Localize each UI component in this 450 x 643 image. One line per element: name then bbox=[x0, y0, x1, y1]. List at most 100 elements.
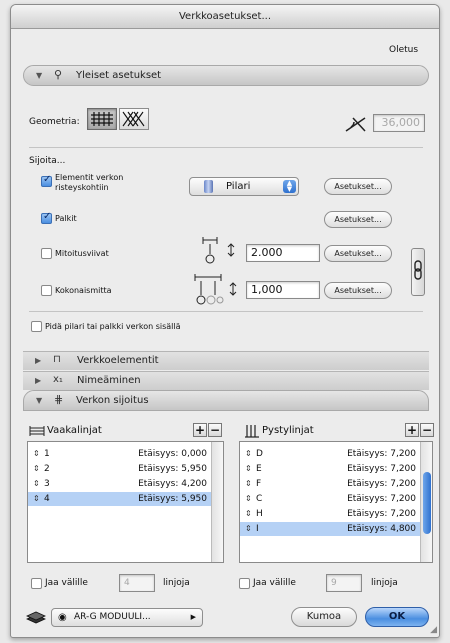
ok-button[interactable]: OK bbox=[365, 607, 429, 627]
window-title: Verkkoasetukset... bbox=[11, 5, 439, 29]
naming-icon: x₁ bbox=[53, 374, 63, 385]
row-distance: Etäisyys: 5,950 bbox=[138, 464, 207, 474]
column-icon bbox=[204, 180, 213, 193]
disclosure-closed-icon[interactable]: ▶ bbox=[35, 356, 41, 365]
section-naming-title: Nimeäminen bbox=[77, 375, 141, 386]
row-name: 4 bbox=[44, 494, 50, 504]
layer-popup-value: AR-G MODUULI... bbox=[74, 612, 151, 622]
vertical-divide-label: Jaa välille bbox=[253, 578, 296, 588]
row-name: E bbox=[256, 464, 262, 474]
geometry-orthogonal-button[interactable] bbox=[87, 108, 117, 130]
horizontal-lines-list[interactable]: ⇕ 1 Etäisyys: 0,000 ⇕ 2 Etäisyys: 5,950 … bbox=[27, 441, 224, 563]
overall-dimension-icon bbox=[191, 273, 241, 310]
row-distance: Etäisyys: 7,200 bbox=[347, 449, 416, 459]
beam-settings-button[interactable]: Asetukset... bbox=[324, 211, 392, 228]
move-handle-icon[interactable]: ⇕ bbox=[245, 462, 252, 476]
vertical-lines-suffix: linjoja bbox=[371, 578, 398, 588]
list-item[interactable]: ⇕ E Etäisyys: 7,200 bbox=[240, 462, 420, 476]
section-grid-placement-title: Verkon sijoitus bbox=[76, 395, 149, 406]
list-item[interactable]: ⇕ 2 Etäisyys: 5,950 bbox=[28, 462, 211, 476]
dimension-offset-icon bbox=[199, 236, 239, 269]
overall-offset-field[interactable]: 1,000 bbox=[246, 281, 320, 299]
elements-at-intersections-checkbox[interactable] bbox=[41, 174, 52, 187]
popup-arrow-icon: ▶ bbox=[190, 613, 196, 621]
disclosure-open-icon[interactable]: ▼ bbox=[36, 71, 42, 80]
vertical-list-scrollbar[interactable] bbox=[420, 442, 432, 562]
list-item[interactable]: ⇕ H Etäisyys: 7,200 bbox=[240, 507, 420, 521]
add-horizontal-line-button[interactable]: + bbox=[193, 423, 207, 437]
layer-popup[interactable]: ◉ AR-G MODUULI... ▶ bbox=[51, 608, 203, 627]
disclosure-closed-icon[interactable]: ▶ bbox=[35, 376, 41, 385]
move-handle-icon[interactable]: ⇕ bbox=[33, 447, 40, 461]
angle-icon bbox=[343, 115, 369, 136]
column-type-popup[interactable]: Pilari ▲ ▼ bbox=[189, 177, 299, 196]
dimension-lines-checkbox[interactable] bbox=[41, 248, 52, 259]
horizontal-divide-label: Jaa välille bbox=[45, 578, 88, 588]
row-distance: Etäisyys: 7,200 bbox=[347, 479, 416, 489]
row-name: D bbox=[256, 449, 263, 459]
dimension-settings-button[interactable]: Asetukset... bbox=[324, 245, 392, 262]
grid-placement-icon: ⋕ bbox=[54, 393, 64, 406]
section-grid-placement-bar[interactable]: ▼ ⋕ Verkon sijoitus bbox=[23, 390, 429, 411]
add-vertical-line-button[interactable]: + bbox=[405, 423, 419, 437]
move-handle-icon[interactable]: ⇕ bbox=[245, 522, 252, 536]
row-distance: Etäisyys: 7,200 bbox=[347, 494, 416, 504]
remove-horizontal-line-button[interactable]: − bbox=[208, 423, 222, 437]
remove-vertical-line-button[interactable]: − bbox=[420, 423, 434, 437]
list-item-selected[interactable]: ⇕ 4 Etäisyys: 5,950 bbox=[28, 492, 211, 506]
vertical-divide-field[interactable]: 9 bbox=[326, 574, 362, 592]
grid-orthogonal-icon bbox=[91, 112, 113, 126]
list-item-selected[interactable]: ⇕ I Etäisyys: 4,800 bbox=[240, 522, 420, 536]
row-distance: Etäisyys: 7,200 bbox=[347, 509, 416, 519]
geometry-oblique-button[interactable] bbox=[119, 108, 149, 130]
chain-link-button[interactable] bbox=[411, 248, 425, 296]
move-handle-icon[interactable]: ⇕ bbox=[33, 477, 40, 491]
chain-link-icon bbox=[414, 260, 422, 280]
section-general-bar[interactable]: ▼ ⚲ Yleiset asetukset bbox=[23, 65, 429, 86]
grid-oblique-icon bbox=[122, 111, 145, 127]
section-grid-elements-bar[interactable]: ▶ ⊓ Verkkoelementit bbox=[23, 351, 429, 370]
row-distance: Etäisyys: 7,200 bbox=[347, 464, 416, 474]
cancel-button[interactable]: Kumoa bbox=[291, 607, 357, 627]
list-item[interactable]: ⇕ D Etäisyys: 7,200 bbox=[240, 447, 420, 461]
overall-settings-button[interactable]: Asetukset... bbox=[324, 282, 392, 299]
elements-at-intersections-label-line2: risteyskohtiin bbox=[55, 183, 109, 192]
keep-inside-grid-label: Pidä pilari tai palkki verkon sisällä bbox=[45, 322, 181, 331]
row-name: C bbox=[256, 494, 263, 504]
scrollbar-thumb[interactable] bbox=[423, 472, 431, 534]
section-naming-bar[interactable]: ▶ x₁ Nimeäminen bbox=[23, 371, 429, 390]
popup-arrows-icon: ▲ ▼ bbox=[283, 180, 296, 193]
horizontal-lines-icon bbox=[29, 425, 45, 440]
list-item[interactable]: ⇕ 1 Etäisyys: 0,000 bbox=[28, 447, 211, 461]
preset-label[interactable]: Oletus bbox=[389, 45, 418, 55]
horizontal-divide-checkbox[interactable] bbox=[31, 578, 42, 589]
list-item[interactable]: ⇕ F Etäisyys: 7,200 bbox=[240, 477, 420, 491]
move-handle-icon[interactable]: ⇕ bbox=[245, 477, 252, 491]
horizontal-list-scrollbar[interactable] bbox=[211, 442, 223, 562]
list-item[interactable]: ⇕ C Etäisyys: 7,200 bbox=[240, 492, 420, 506]
geometry-label: Geometria: bbox=[29, 117, 80, 127]
row-name: F bbox=[256, 479, 262, 489]
move-handle-icon[interactable]: ⇕ bbox=[33, 492, 40, 506]
vertical-divide-checkbox[interactable] bbox=[239, 578, 250, 589]
grid-elements-icon: ⊓ bbox=[53, 354, 61, 365]
resize-grip-icon[interactable]: ◢ bbox=[430, 625, 437, 635]
move-handle-icon[interactable]: ⇕ bbox=[245, 447, 252, 461]
disclosure-open-icon[interactable]: ▼ bbox=[36, 396, 42, 405]
column-settings-button[interactable]: Asetukset... bbox=[324, 178, 392, 195]
vertical-lines-list[interactable]: ⇕ D Etäisyys: 7,200 ⇕ E Etäisyys: 7,200 … bbox=[239, 441, 433, 563]
placement-heading: Sijoita... bbox=[29, 156, 66, 166]
horizontal-divide-field[interactable]: 4 bbox=[119, 574, 155, 592]
beams-checkbox[interactable] bbox=[41, 211, 52, 224]
angle-field[interactable]: 36,000 bbox=[373, 114, 425, 132]
dimension-offset-field[interactable]: 2.000 bbox=[246, 244, 320, 262]
move-handle-icon[interactable]: ⇕ bbox=[245, 492, 252, 506]
row-name: H bbox=[256, 509, 263, 519]
list-item[interactable]: ⇕ 3 Etäisyys: 4,200 bbox=[28, 477, 211, 491]
overall-dimension-checkbox[interactable] bbox=[41, 285, 52, 296]
move-handle-icon[interactable]: ⇕ bbox=[245, 507, 252, 521]
move-handle-icon[interactable]: ⇕ bbox=[33, 462, 40, 476]
keep-inside-grid-checkbox[interactable] bbox=[31, 321, 42, 332]
row-distance: Etäisyys: 4,800 bbox=[347, 524, 416, 534]
row-name: 3 bbox=[44, 479, 50, 489]
